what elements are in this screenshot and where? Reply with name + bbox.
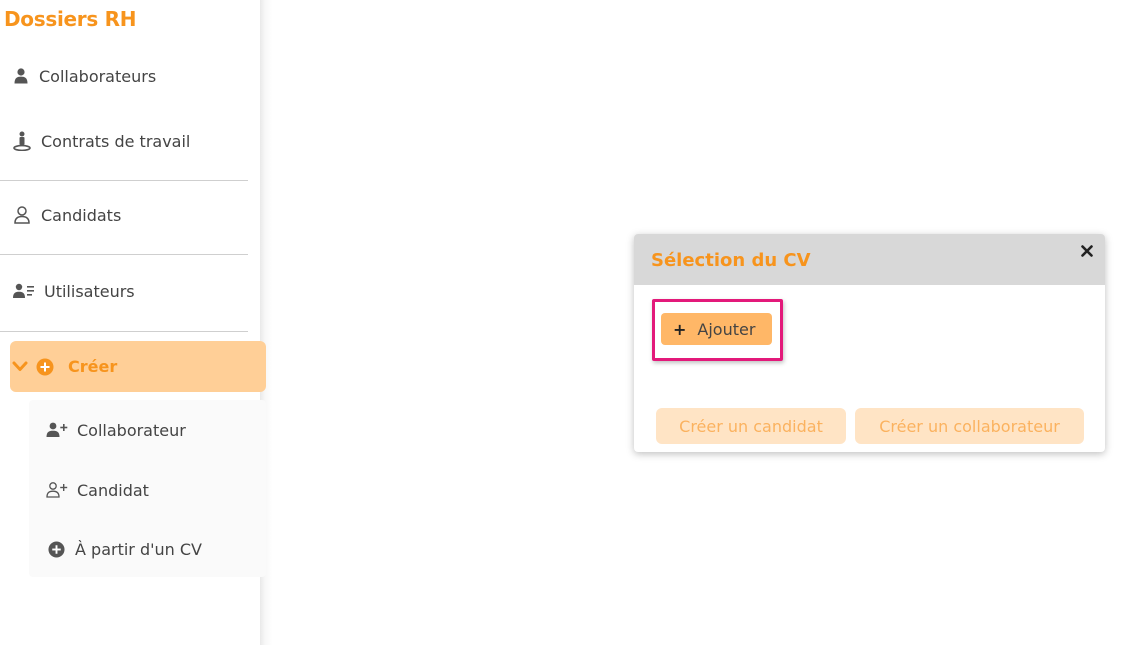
sidebar-item-collaborateurs[interactable]: Collaborateurs [0,61,248,91]
close-button[interactable] [1079,243,1095,259]
divider [0,254,248,255]
create-menu-label: Créer [68,357,118,376]
plus-icon: + [673,319,687,339]
cv-selection-dialog: Sélection du CV + Ajouter Créer un candi… [634,234,1105,452]
submenu-item-candidat[interactable]: Candidat [29,475,266,505]
submenu-item-label: Candidat [77,480,149,500]
create-submenu: Collaborateur Candidat À partir d'un CV [29,400,266,577]
user-outline-icon [13,206,31,224]
sidebar-item-label: Candidats [41,205,122,225]
brand-title: Dossiers RH [4,7,137,31]
add-button-label: Ajouter [697,319,756,339]
sidebar-item-label: Utilisateurs [44,281,135,301]
add-button[interactable]: + Ajouter [661,313,772,345]
sidebar-item-label: Collaborateurs [39,66,157,86]
divider [0,331,248,332]
submenu-item-label: Collaborateur [77,420,186,440]
contract-person-icon [13,131,31,151]
plus-circle-icon [36,358,54,376]
submenu-item-collaborateur[interactable]: Collaborateur [29,415,266,445]
dialog-title: Sélection du CV [651,250,811,271]
user-plus-outline-icon [46,480,68,500]
sidebar-item-candidats[interactable]: Candidats [0,200,248,230]
dialog-header: Sélection du CV [634,234,1105,285]
chevron-down-icon [11,358,29,376]
user-icon [12,67,30,85]
create-menu-toggle[interactable]: Créer [10,341,266,392]
close-icon [1081,245,1093,257]
submenu-item-from-cv[interactable]: À partir d'un CV [29,534,266,564]
user-list-icon [13,282,35,300]
submenu-item-label: À partir d'un CV [75,539,202,559]
divider [0,180,248,181]
create-collaborator-button[interactable]: Créer un collaborateur [855,408,1084,444]
plus-circle-icon [47,539,65,559]
create-candidate-button[interactable]: Créer un candidat [656,408,846,444]
sidebar-item-contrats[interactable]: Contrats de travail [0,126,248,156]
user-plus-icon [46,420,68,440]
sidebar-item-label: Contrats de travail [41,131,191,151]
sidebar-item-utilisateurs[interactable]: Utilisateurs [0,276,248,306]
